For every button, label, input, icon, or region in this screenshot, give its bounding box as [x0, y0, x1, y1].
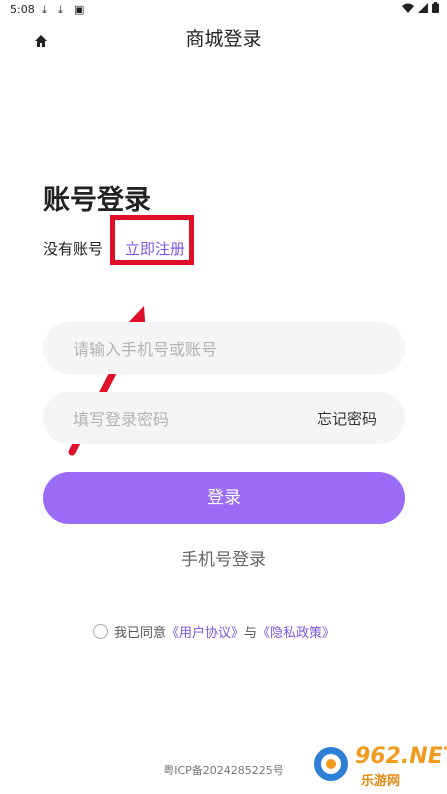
download-icon: ⤓: [58, 3, 63, 16]
no-account-label: 没有账号: [43, 240, 104, 258]
signal-icon: [418, 2, 428, 13]
status-time: 5:08: [10, 3, 35, 16]
agreement-prefix: 我已同意: [114, 626, 167, 641]
watermark: 962.NET 乐游网: [311, 742, 447, 789]
login-heading: 账号登录: [43, 185, 151, 216]
app-notification-icon: ▣: [74, 3, 85, 16]
wifi-icon: [402, 3, 414, 13]
status-icons: [402, 2, 439, 13]
forgot-password-link[interactable]: 忘记密码: [317, 408, 377, 429]
account-input[interactable]: [71, 322, 305, 376]
download-icon: ⤓: [42, 3, 47, 16]
status-bar: 5:08 ⤓ ⤓ ▣: [0, 0, 447, 20]
battery-icon: [432, 2, 439, 13]
highlight-annotation-box: [110, 215, 194, 265]
login-button[interactable]: 登录: [43, 472, 405, 524]
watermark-sub: 乐游网: [361, 774, 401, 789]
privacy-policy-link[interactable]: 《隐私政策》: [257, 622, 335, 641]
user-agreement-link[interactable]: 《用户协议》: [166, 622, 244, 641]
account-field: [43, 322, 405, 376]
password-field: 忘记密码: [43, 392, 405, 446]
phone-login-link[interactable]: 手机号登录: [0, 545, 447, 570]
nav-bar: 商城登录: [0, 20, 447, 50]
agreement-row: 我已同意 《用户协议》 与 《隐私政策》: [93, 622, 335, 641]
watermark-brand: 962.NET: [355, 744, 447, 769]
page-title: 商城登录: [185, 28, 262, 50]
agreement-checkbox[interactable]: [93, 624, 108, 639]
password-input[interactable]: [71, 392, 305, 446]
watermark-logo-icon: [314, 747, 348, 781]
agreement-and: 与: [244, 626, 258, 641]
